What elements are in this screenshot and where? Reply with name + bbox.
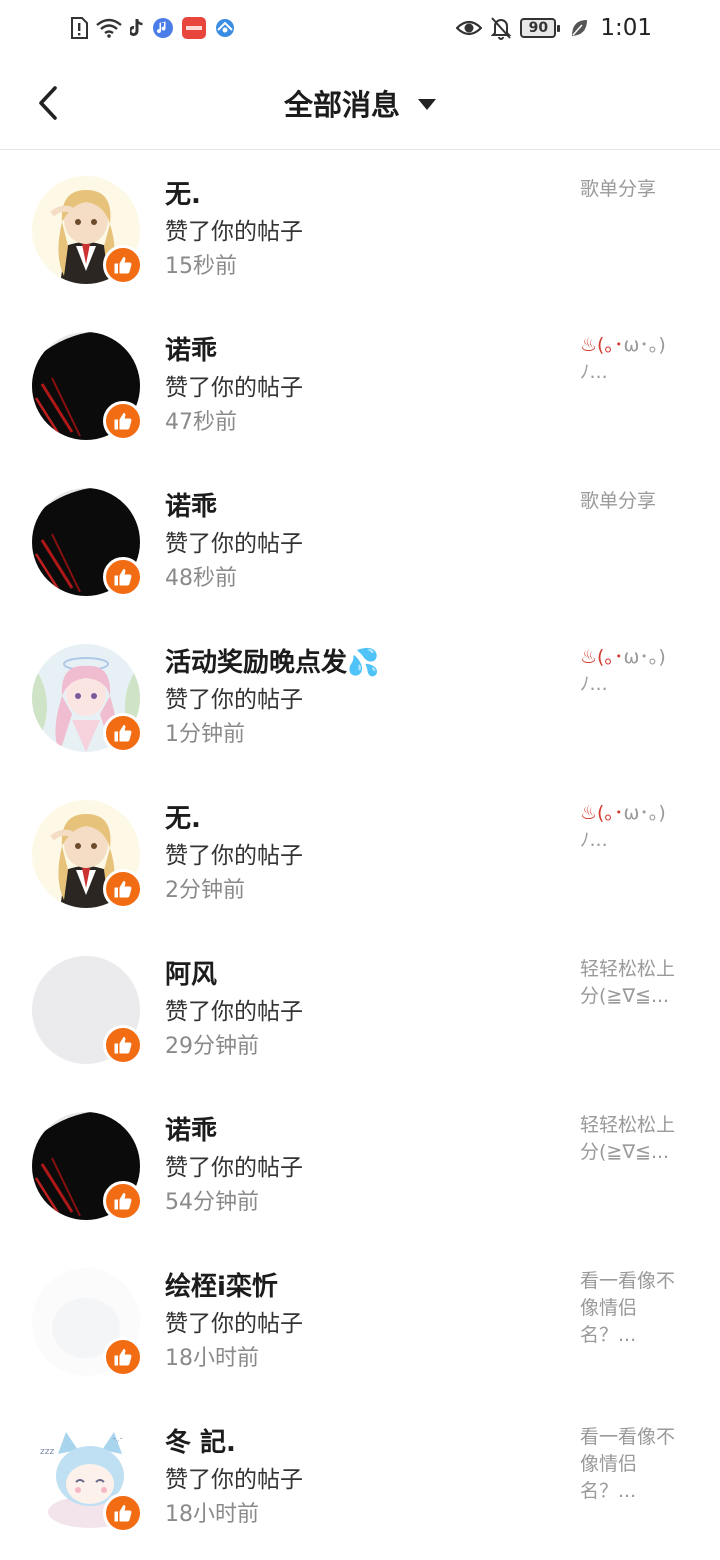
post-preview[interactable]: 看一看像不像情侣名？...: [580, 1268, 690, 1349]
user-name[interactable]: 诺乖: [165, 486, 217, 523]
thumbs-up-icon: [114, 413, 132, 430]
message-item-1[interactable]: 无. 赞了你的帖子 15秒前 歌单分享: [0, 150, 720, 306]
thumbs-up-icon: [114, 1037, 132, 1054]
message-item-8[interactable]: 绘桎i栾忻 赞了你的帖子 18小时前 看一看像不像情侣名？...: [0, 1242, 720, 1398]
caret-down-icon: [418, 99, 436, 110]
message-item-2[interactable]: 诺乖 赞了你的帖子 47秒前 ♨(｡･ω･｡)ﾉ...: [0, 306, 720, 462]
post-preview[interactable]: ♨(｡･ω･｡)ﾉ...: [580, 332, 690, 386]
user-name[interactable]: 活动奖励晚点发💦: [165, 642, 379, 679]
svg-text:˘ᵕ˘: ˘ᵕ˘: [112, 1436, 123, 1446]
like-badge: [103, 557, 143, 597]
user-name[interactable]: 阿风: [165, 954, 217, 991]
battery-icon: 90: [520, 18, 561, 38]
wifi-icon: [96, 18, 122, 38]
action-text: 赞了你的帖子: [165, 531, 303, 557]
user-name[interactable]: 无.: [165, 798, 201, 835]
user-name[interactable]: 绘桎i栾忻: [165, 1266, 278, 1303]
post-preview[interactable]: 看一看像不像情侣名？...: [580, 1424, 690, 1505]
status-bar-right: 90 1:01: [456, 12, 652, 44]
like-badge: [103, 401, 143, 441]
post-preview[interactable]: ♨(｡･ω･｡)ﾉ...: [580, 644, 690, 698]
post-preview[interactable]: 歌单分享: [580, 176, 690, 203]
clock: 1:01: [600, 15, 652, 41]
action-text: 赞了你的帖子: [165, 1155, 303, 1181]
status-bar: 90 1:01: [0, 0, 720, 56]
tiktok-icon: [130, 18, 144, 38]
message-item-5[interactable]: 无. 赞了你的帖子 2分钟前 ♨(｡･ω･｡)ﾉ...: [0, 774, 720, 930]
like-badge: [103, 869, 143, 909]
action-text: 赞了你的帖子: [165, 687, 303, 713]
action-text: 赞了你的帖子: [165, 375, 303, 401]
user-name[interactable]: 诺乖: [165, 330, 217, 367]
page-title: 全部消息: [283, 88, 400, 122]
timestamp: 47秒前: [165, 410, 237, 435]
leaf-icon: [570, 18, 588, 38]
eye-icon: [456, 18, 483, 38]
post-preview[interactable]: 歌单分享: [580, 488, 690, 515]
thumbs-up-icon: [114, 1505, 132, 1522]
timestamp: 54分钟前: [165, 1190, 259, 1215]
thumbs-up-icon: [114, 725, 132, 742]
thumbs-up-icon: [114, 1349, 132, 1366]
timestamp: 18小时前: [165, 1346, 259, 1371]
message-list: 无. 赞了你的帖子 15秒前 歌单分享 诺乖 赞了你的帖子 47秒前 ♨(｡･ω…: [0, 150, 720, 1554]
thumbs-up-icon: [114, 1193, 132, 1210]
action-text: 赞了你的帖子: [165, 219, 303, 245]
timestamp: 1分钟前: [165, 722, 245, 747]
svg-text:zzz: zzz: [40, 1447, 54, 1457]
timestamp: 15秒前: [165, 254, 237, 279]
user-name[interactable]: 冬 記.: [165, 1422, 236, 1459]
message-item-9[interactable]: zzz ˘ᵕ˘ 冬 記. 赞了你的帖子 18小时前 看一看像不像情侣名？...: [0, 1398, 720, 1554]
timestamp: 2分钟前: [165, 878, 245, 903]
timestamp: 18小时前: [165, 1502, 259, 1527]
action-text: 赞了你的帖子: [165, 1467, 303, 1493]
like-badge: [103, 1181, 143, 1221]
user-name[interactable]: 无.: [165, 174, 201, 211]
thumbs-up-icon: [114, 881, 132, 898]
thumbs-up-icon: [114, 257, 132, 274]
header: 全部消息: [0, 56, 720, 150]
action-text: 赞了你的帖子: [165, 1311, 303, 1337]
action-text: 赞了你的帖子: [165, 843, 303, 869]
music-icon: [152, 17, 174, 39]
bell-off-icon: [490, 16, 512, 40]
huawei-app-icon: [182, 17, 206, 39]
action-text: 赞了你的帖子: [165, 999, 303, 1025]
user-name[interactable]: 诺乖: [165, 1110, 217, 1147]
title-dropdown[interactable]: 全部消息: [0, 80, 720, 126]
browser-icon: [214, 17, 236, 39]
like-badge: [103, 245, 143, 285]
post-preview[interactable]: 轻轻松松上分(≧∇≦...: [580, 1112, 690, 1166]
thumbs-up-icon: [114, 569, 132, 586]
sim-alert-icon: [70, 17, 88, 39]
battery-level: 90: [528, 20, 549, 36]
message-item-7[interactable]: 诺乖 赞了你的帖子 54分钟前 轻轻松松上分(≧∇≦...: [0, 1086, 720, 1242]
post-preview[interactable]: ♨(｡･ω･｡)ﾉ...: [580, 800, 690, 854]
message-item-4[interactable]: 活动奖励晚点发💦 赞了你的帖子 1分钟前 ♨(｡･ω･｡)ﾉ...: [0, 618, 720, 774]
timestamp: 29分钟前: [165, 1034, 259, 1059]
like-badge: [103, 713, 143, 753]
like-badge: [103, 1025, 143, 1065]
like-badge: [103, 1493, 143, 1533]
message-item-3[interactable]: 诺乖 赞了你的帖子 48秒前 歌单分享: [0, 462, 720, 618]
like-badge: [103, 1337, 143, 1377]
timestamp: 48秒前: [165, 566, 237, 591]
status-bar-left: [70, 14, 236, 42]
post-preview[interactable]: 轻轻松松上分(≧∇≦...: [580, 956, 690, 1010]
message-item-6[interactable]: 阿风 赞了你的帖子 29分钟前 轻轻松松上分(≧∇≦...: [0, 930, 720, 1086]
